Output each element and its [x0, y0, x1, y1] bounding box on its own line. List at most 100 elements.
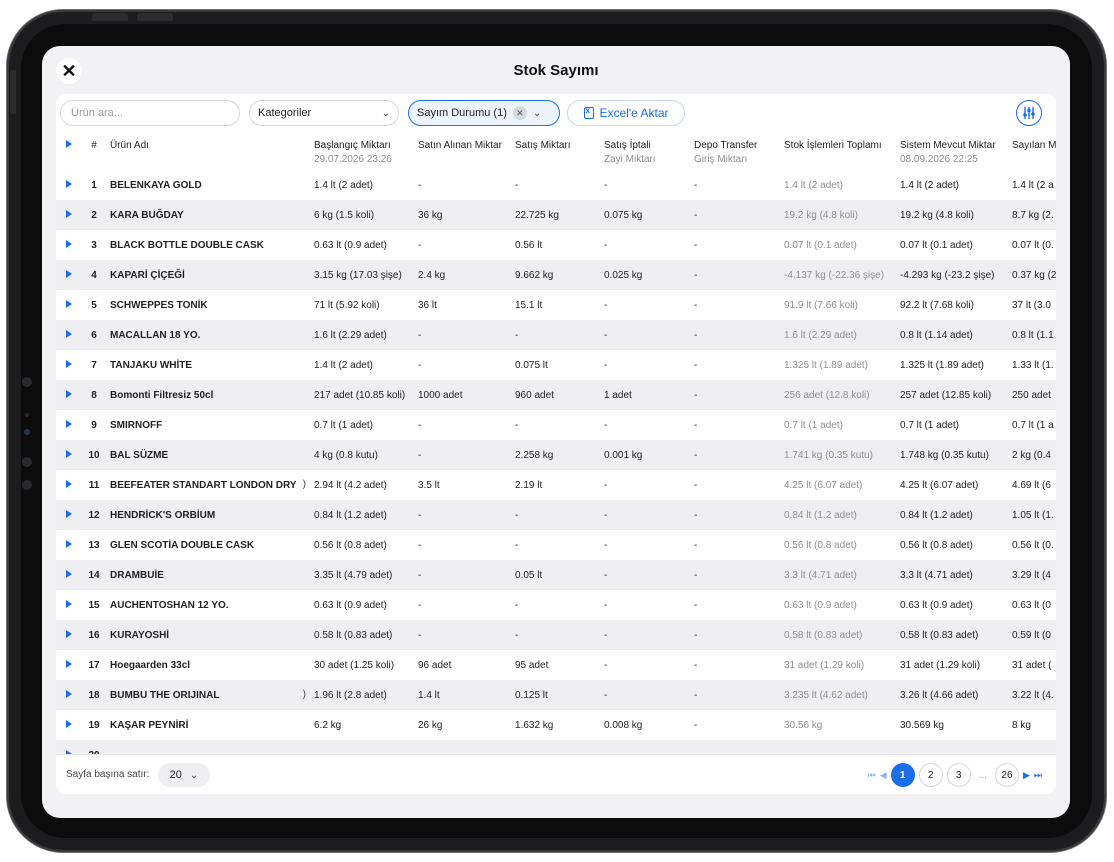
cell-system: -4.293 kg (-23.2 şişe) — [900, 269, 995, 281]
table-row[interactable]: 20 — [56, 740, 1056, 754]
expand-cell[interactable] — [56, 170, 82, 200]
expand-cell[interactable] — [56, 290, 82, 320]
column-settings-button[interactable] — [1016, 100, 1042, 126]
export-excel-button[interactable]: Excel'e Aktar — [567, 100, 685, 126]
table-row[interactable]: 15 AUCHENTOSHAN 12 YO. 0.63 lt (0.9 adet) -… — [56, 590, 1056, 620]
cell-sales-cancel: 0.025 kg — [604, 269, 643, 281]
expand-cell[interactable] — [56, 200, 82, 230]
expand-row-icon[interactable] — [66, 239, 72, 248]
cell-purchased: - — [418, 599, 422, 611]
table-row[interactable]: 12 HENDRİCK'S ORBİUM 0.84 lt (1.2 adet) - - -… — [56, 500, 1056, 530]
expand-row-icon[interactable] — [66, 449, 72, 458]
table-row[interactable]: 14 DRAMBUİE 3.35 lt (4.79 adet) - 0.05 lt - - 3… — [56, 560, 1056, 590]
last-page-icon[interactable]: ⏭ — [1034, 770, 1042, 781]
clear-filter-icon[interactable]: ✕ — [512, 106, 527, 120]
table-row[interactable]: 18 BUMBU THE ORIJINAL) 1.96 lt (2.8 adet) 1… — [56, 680, 1056, 710]
expand-cell[interactable] — [56, 710, 82, 740]
expand-cell[interactable] — [56, 500, 82, 530]
product-name: DRAMBUİE — [110, 569, 164, 581]
rows-per-page-select[interactable]: 20 ⌄ — [158, 763, 210, 787]
expand-row-icon[interactable] — [66, 689, 72, 698]
expand-row-icon[interactable] — [66, 569, 72, 578]
expand-row-icon[interactable] — [66, 299, 72, 308]
expand-cell[interactable] — [56, 470, 82, 500]
expand-cell[interactable] — [56, 650, 82, 680]
table-row[interactable]: 13 GLEN SCOTİA DOUBLE CASK 0.56 lt (0.8 ad… — [56, 530, 1056, 560]
chevron-down-icon: ⌄ — [189, 769, 199, 781]
column-header[interactable]: Stok İşlemleri Toplamı — [780, 132, 896, 170]
cell-transfer: - — [694, 569, 698, 581]
expand-cell[interactable] — [56, 530, 82, 560]
first-page-icon[interactable]: ⏮ — [868, 770, 876, 781]
cell-system: 0.8 lt (1.14 adet) — [900, 329, 973, 341]
expand-cell[interactable] — [56, 620, 82, 650]
expand-cell[interactable] — [56, 350, 82, 380]
volume-down-button — [137, 13, 173, 21]
table-row[interactable]: 10 BAL SÜZME 4 kg (0.8 kutu) - 2.258 kg 0.001… — [56, 440, 1056, 470]
expand-row-icon[interactable] — [66, 719, 72, 728]
expand-cell[interactable] — [56, 410, 82, 440]
count-status-select[interactable]: Sayım Durumu (1) ✕ ⌄ — [408, 100, 560, 126]
expand-row-icon[interactable] — [66, 659, 72, 668]
page-button-last[interactable]: 26 — [994, 763, 1019, 787]
cell-total: 30.56 kg — [784, 719, 823, 731]
expand-cell[interactable] — [56, 560, 82, 590]
next-page-icon[interactable]: ▶ — [1023, 770, 1030, 781]
column-header[interactable]: Sistem Mevcut Miktar 08.09.2026 22:25 — [896, 132, 1008, 170]
expand-cell[interactable] — [56, 590, 82, 620]
table-row[interactable]: 3 BLACK BOTTLE DOUBLE CASK 0.63 lt (0.9 ad… — [56, 230, 1056, 260]
expand-row-icon[interactable] — [66, 479, 72, 488]
expand-row-icon[interactable] — [66, 269, 72, 278]
column-header[interactable]: Satış İptali Zayi Miktarı — [600, 132, 690, 170]
expand-row-icon[interactable] — [66, 209, 72, 218]
page-button-3[interactable]: 3 — [946, 763, 971, 787]
table-row[interactable]: 17 Hoegaarden 33cl 30 adet (1.25 koli) 96 a… — [56, 650, 1056, 680]
table-row[interactable]: 16 KURAYOSHİ 0.58 lt (0.83 adet) - - - - 0.58 l… — [56, 620, 1056, 650]
previous-page-icon[interactable]: ◀ — [880, 770, 887, 781]
expand-row-icon[interactable] — [66, 389, 72, 398]
cell-counted: 0.37 kg (2 — [1012, 269, 1056, 281]
cell-total: 1.4 lt (2 adet) — [784, 179, 843, 191]
cell-system: 0.58 lt (0.83 adet) — [900, 629, 979, 641]
row-number: 20 — [82, 740, 106, 755]
column-header[interactable]: Depo Transfer Giriş Miktarı — [690, 132, 780, 170]
expand-row-icon[interactable] — [66, 329, 72, 338]
page-button-1[interactable]: 1 — [890, 763, 915, 787]
expand-cell[interactable] — [56, 230, 82, 260]
table-row[interactable]: 7 TANJAKU WHİTE 1.4 lt (2 adet) - 0.075 lt - -… — [56, 350, 1056, 380]
column-header[interactable]: Satış Miktarı — [511, 132, 600, 170]
table-row[interactable]: 19 KAŞAR PEYNİRİ 6.2 kg 26 kg 1.632 kg 0.008 … — [56, 710, 1056, 740]
column-header[interactable]: Sayılan M — [1008, 132, 1056, 170]
expand-cell[interactable] — [56, 680, 82, 710]
table-row[interactable]: 1 BELENKAYA GOLD 1.4 lt (2 adet) - - - - 1.4 lt… — [56, 170, 1056, 200]
table-row[interactable]: 8 Bomonti Filtresiz 50cl 217 adet (10.85 k… — [56, 380, 1056, 410]
table-row[interactable]: 6 MACALLAN 18 YO. 1.6 lt (2.29 adet) - - - - 1.… — [56, 320, 1056, 350]
expand-row-icon[interactable] — [66, 509, 72, 518]
table-row[interactable]: 5 SCHWEPPES TONİK 71 lt (5.92 koli) 36 lt 15… — [56, 290, 1056, 320]
expand-row-icon[interactable] — [66, 599, 72, 608]
column-header[interactable]: Satın Alınan Miktar — [414, 132, 511, 170]
expand-cell[interactable] — [56, 380, 82, 410]
expand-all-icon[interactable] — [66, 140, 72, 148]
search-input[interactable] — [60, 100, 240, 126]
cell-system: 31 adet (1.29 koli) — [900, 659, 981, 671]
column-header[interactable]: Başlangıç Miktarı 29.07.2026 23:26 — [310, 132, 414, 170]
expand-cell[interactable] — [56, 320, 82, 350]
expand-row-icon[interactable] — [66, 539, 72, 548]
cell-total: -4.137 kg (-22.36 şişe) — [784, 269, 885, 281]
page-button-2[interactable]: 2 — [918, 763, 943, 787]
table-row[interactable]: 4 KAPARİ ÇİÇEĞİ 3.15 kg (17.03 şişe) 2.4 kg… — [56, 260, 1056, 290]
expand-cell[interactable] — [56, 260, 82, 290]
expand-row-icon[interactable] — [66, 179, 72, 188]
product-name: BEEFEATER STANDART LONDON DRY — [110, 479, 297, 491]
table-row[interactable]: 9 SMIRNOFF 0.7 lt (1 adet) - - - - 0.7 lt (1 ad… — [56, 410, 1056, 440]
expand-cell[interactable] — [56, 440, 82, 470]
expand-cell[interactable] — [56, 740, 82, 754]
sensor-dot — [22, 480, 32, 490]
table-row[interactable]: 11 BEEFEATER STANDART LONDON DRY) 2.94 lt … — [56, 470, 1056, 500]
categories-select[interactable]: Kategoriler ⌄ — [249, 100, 399, 126]
expand-row-icon[interactable] — [66, 359, 72, 368]
expand-row-icon[interactable] — [66, 629, 72, 638]
table-row[interactable]: 2 KARA BUĞDAY 6 kg (1.5 koli) 36 kg 22.725 k… — [56, 200, 1056, 230]
expand-row-icon[interactable] — [66, 419, 72, 428]
